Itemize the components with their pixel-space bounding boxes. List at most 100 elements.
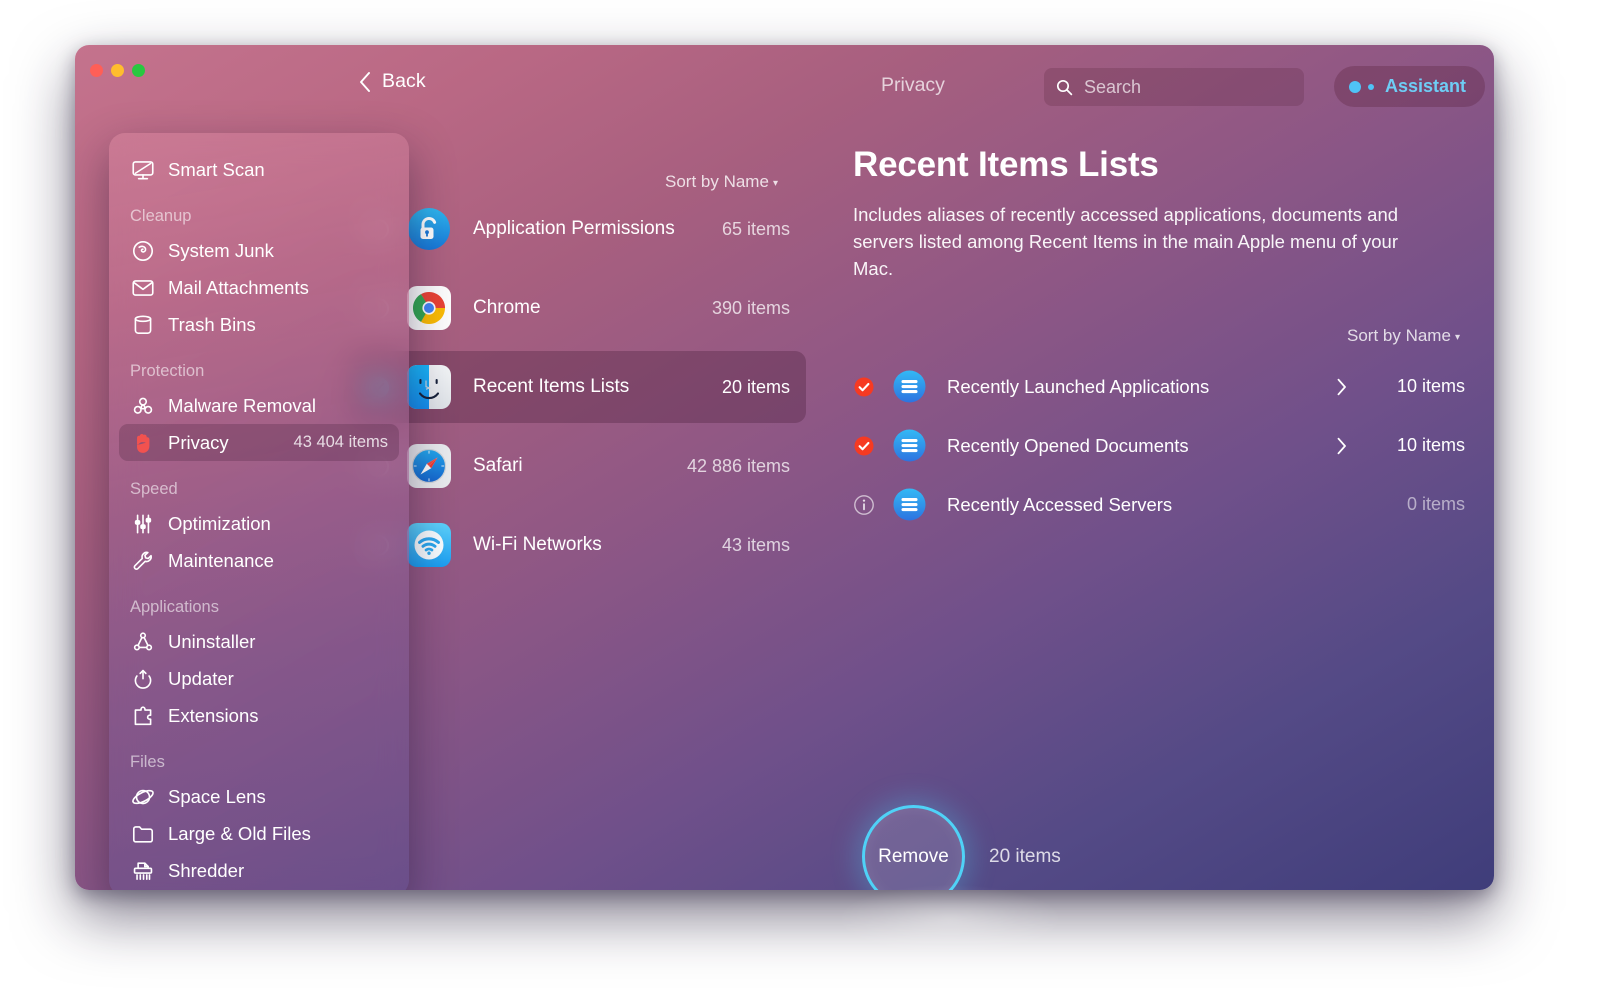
sidebar-item-label: Maintenance [168,549,274,571]
sidebar-item-privacy[interactable]: Privacy 43 404 items [119,424,399,461]
sidebar-item-maintenance[interactable]: Maintenance [119,542,399,579]
detail-panel: Recent Items Lists Includes aliases of r… [853,145,1460,345]
category-count: 390 items [711,297,790,318]
app-window: Back Privacy Search Assistant Sort by Na… [75,45,1494,890]
search-placeholder: Search [1084,76,1142,97]
detail-item-count: 0 items [1406,494,1465,514]
detail-row-recently-launched-applications[interactable]: Recently Launched Applications 10 items [853,357,1465,416]
search-input[interactable]: Search [1044,68,1304,106]
checked-icon[interactable] [853,376,875,398]
middle-sort-control[interactable]: Sort by Name ▾ [665,172,778,192]
sidebar-item-label: System Junk [168,239,274,261]
sidebar-item-smart-scan[interactable]: Smart Scan [119,151,399,188]
category-row-chrome[interactable]: Chrome 390 items [350,272,806,344]
category-label: Safari [473,455,523,476]
chevron-left-icon [359,71,371,92]
sliders-icon [130,511,156,537]
category-row-application-permissions[interactable]: Application Permissions 65 items [350,193,806,265]
detail-row-recently-opened-documents[interactable]: Recently Opened Documents 10 items [853,416,1465,475]
sidebar-item-shredder[interactable]: Shredder [119,852,399,889]
space-lens-icon [130,784,156,810]
sidebar-item-label: Mail Attachments [168,276,309,298]
sidebar-item-label: Shredder [168,859,245,881]
chevron-down-icon: ▾ [1454,332,1460,343]
detail-item-label: Recently Launched Applications [947,375,1210,397]
detail-row-recently-accessed-servers[interactable]: Recently Accessed Servers 0 items [853,475,1465,534]
mail-icon [130,275,156,301]
remove-button[interactable]: Remove [862,805,965,890]
detail-item-list: Recently Launched Applications 10 items … [853,357,1465,534]
assistant-dot-small-icon [1368,83,1374,90]
sidebar-item-label: Space Lens [168,785,266,807]
category-label: Application Permissions [473,218,675,239]
folder-icon [130,821,156,847]
sidebar-group-title: Cleanup [130,207,192,225]
middle-sort-label: Sort by Name [665,172,769,191]
sidebar-group-title: Speed [130,480,178,498]
sidebar-item-extensions[interactable]: Extensions [119,697,399,734]
category-row-safari[interactable]: Safari 42 886 items [350,430,806,502]
screen: Back Privacy Search Assistant Sort by Na… [0,0,1600,1006]
detail-sort-control[interactable]: Sort by Name ▾ [1347,326,1460,346]
sidebar-item-count: 43 404 items [293,433,388,451]
sidebar-item-trash-bins[interactable]: Trash Bins [119,306,399,343]
chevron-right-icon[interactable] [1337,437,1347,454]
detail-item-label: Recently Accessed Servers [947,493,1173,515]
sidebar-item-updater[interactable]: Updater [119,660,399,697]
category-count: 43 items [721,534,790,555]
sidebar-group-title: Protection [130,362,205,380]
toolbar: Back Privacy Search Assistant [75,45,1494,131]
updater-icon [130,666,156,692]
category-count: 42 886 items [686,455,790,476]
assistant-button[interactable]: Assistant [1334,66,1486,107]
chevron-down-icon: ▾ [772,178,778,189]
shredder-icon [130,858,156,884]
sidebar-item-space-lens[interactable]: Space Lens [119,778,399,815]
list-icon [893,488,926,521]
breadcrumb: Privacy [881,74,945,96]
biohazard-icon [130,393,156,419]
remove-count: 20 items [989,845,1061,867]
sidebar-group-title: Applications [130,598,219,616]
sidebar-item-label: Smart Scan [168,158,265,180]
sidebar-item-system-junk[interactable]: System Junk [119,232,399,269]
remove-label: Remove [878,845,949,867]
wifi-icon [407,523,451,567]
sidebar-item-label: Trash Bins [168,313,256,335]
detail-sort-label: Sort by Name [1347,326,1451,345]
sidebar-item-optimization[interactable]: Optimization [119,505,399,542]
category-label: Wi-Fi Networks [473,534,602,555]
list-icon [893,370,926,403]
detail-description: Includes aliases of recently accessed ap… [853,204,1399,279]
sidebar-item-label: Malware Removal [168,394,317,416]
sidebar-group-title: Files [130,753,165,771]
category-row-wi-fi-networks[interactable]: Wi-Fi Networks 43 items [350,509,806,581]
page-title: Recent Items Lists [853,145,1159,184]
category-label: Chrome [473,297,541,318]
category-count: 20 items [721,376,790,397]
sidebar-item-label: Uninstaller [168,630,256,652]
info-icon [853,494,875,516]
sidebar-item-mail-attachments[interactable]: Mail Attachments [119,269,399,306]
sidebar-item-uninstaller[interactable]: Uninstaller [119,623,399,660]
sidebar-item-malware-removal[interactable]: Malware Removal [119,387,399,424]
sidebar-item-label: Large & Old Files [168,822,311,844]
puzzle-icon [130,703,156,729]
uninstaller-icon [130,629,156,655]
assistant-dot-large-icon [1349,80,1361,93]
wrench-icon [130,548,156,574]
detail-item-count: 10 items [1396,435,1465,455]
trash-icon [130,312,156,338]
hand-icon [130,430,156,456]
checked-icon[interactable] [853,435,875,457]
back-button[interactable]: Back [359,70,426,93]
sidebar-item-label: Extensions [168,704,259,726]
sidebar-item-label: Updater [168,667,234,689]
chevron-right-icon[interactable] [1337,378,1347,395]
lock-open-icon [407,207,451,251]
sidebar-item-large-old-files[interactable]: Large & Old Files [119,815,399,852]
category-row-recent-items-lists[interactable]: Recent Items Lists 20 items [350,351,806,423]
category-label: Recent Items Lists [473,376,630,397]
category-count: 65 items [721,218,790,239]
list-icon [893,429,926,462]
